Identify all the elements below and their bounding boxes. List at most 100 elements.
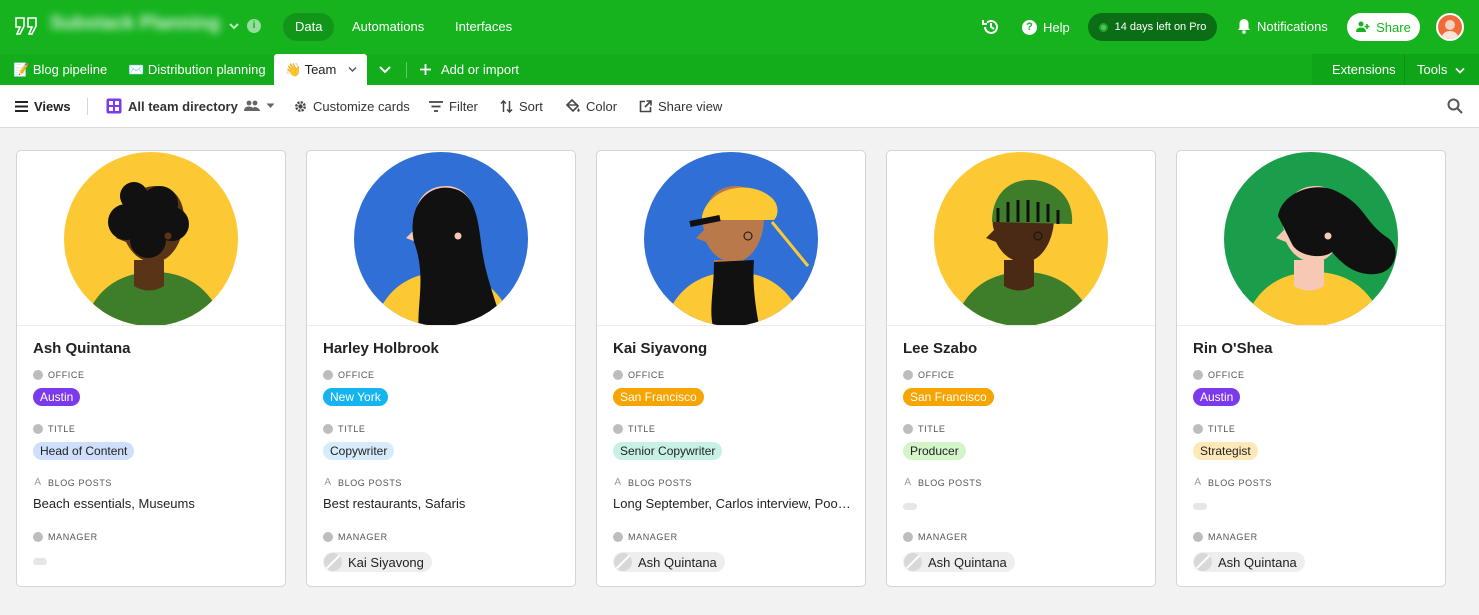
gallery-card[interactable]: Lee Szabo OFFICE San Francisco TITLE Pro… [886, 150, 1156, 587]
filter-label: Filter [449, 98, 478, 114]
table-tab-blog-pipeline[interactable]: 📝 Blog pipeline [13, 54, 107, 85]
field-label-manager: MANAGER [613, 532, 678, 542]
field-type-icon [1193, 370, 1203, 380]
share-view-button[interactable]: Share view [639, 85, 722, 127]
share-view-label: Share view [658, 98, 723, 114]
manager-chip[interactable]: Ash Quintana [903, 552, 1015, 572]
card-cover-image [887, 151, 1155, 326]
field-label-blog-posts: A BLOG POSTS [903, 478, 983, 489]
plus-icon[interactable] [419, 63, 432, 76]
trial-label: 14 days left on Pro [1114, 21, 1207, 33]
gallery-card[interactable]: Rin O'Shea OFFICE Austin TITLE Strategis… [1176, 150, 1446, 587]
hamburger-icon [15, 100, 28, 112]
office-pill: New York [323, 388, 388, 406]
field-label-text: TITLE [48, 424, 76, 434]
tools-label: Tools [1417, 62, 1448, 77]
field-label-office: OFFICE [613, 370, 665, 380]
nav-tab-automations[interactable]: Automations [340, 13, 436, 41]
table-tab-label: Distribution planning [147, 62, 266, 77]
table-tab-distribution-planning[interactable]: ✉️ Distribution planning [128, 54, 266, 85]
field-label-title: TITLE [323, 424, 366, 434]
extensions-button[interactable]: Extensions [1332, 54, 1396, 85]
manager-chip[interactable]: Ash Quintana [613, 552, 725, 572]
users-icon [1356, 21, 1370, 32]
office-pill: San Francisco [903, 388, 994, 406]
gallery-card[interactable]: Kai Siyavong OFFICE San Francisco TITLE … [596, 150, 866, 587]
field-type-icon [323, 532, 333, 542]
user-avatar-icon [1438, 15, 1462, 39]
customize-cards-button[interactable]: Customize cards [294, 85, 410, 127]
trial-badge[interactable]: 14 days left on Pro [1088, 13, 1217, 41]
avatar-illustration-icon [644, 152, 818, 325]
field-label-text: BLOG POSTS [918, 478, 983, 488]
question-icon: ? [1022, 19, 1037, 35]
share-button[interactable]: Share [1347, 13, 1420, 41]
user-avatar[interactable] [1436, 13, 1464, 41]
field-label-blog-posts: A BLOG POSTS [33, 477, 112, 489]
card-cover-image [307, 151, 575, 326]
help-button[interactable]: ? Help [1022, 18, 1070, 36]
chevron-down-icon[interactable] [348, 66, 357, 73]
tools-button[interactable]: Tools [1417, 54, 1465, 85]
field-label-text: MANAGER [1208, 532, 1258, 542]
manager-chip[interactable]: Ash Quintana [1193, 552, 1305, 572]
title-pill: Producer [903, 442, 966, 460]
field-label-text: OFFICE [628, 370, 665, 380]
paint-bucket-icon [565, 99, 580, 113]
manager-chip[interactable]: Kai Siyavong [323, 552, 432, 572]
chevron-down-icon [1455, 67, 1465, 74]
manager-name: Kai Siyavong [348, 554, 424, 570]
share-label: Share [1376, 19, 1411, 35]
field-label-text: OFFICE [48, 370, 85, 380]
card-title: Harley Holbrook [323, 340, 439, 357]
field-label-text: OFFICE [1208, 370, 1245, 380]
info-icon[interactable]: i [247, 19, 261, 33]
field-type-icon [613, 424, 623, 434]
avatar-placeholder-icon [614, 553, 632, 571]
color-label: Color [586, 98, 618, 114]
avatar-illustration-icon [354, 152, 528, 325]
lookup-field-icon: A [34, 477, 42, 488]
color-button[interactable]: Color [565, 85, 617, 127]
avatar-illustration-icon [1224, 152, 1398, 325]
field-label-text: BLOG POSTS [628, 478, 693, 488]
empty-value [903, 503, 917, 510]
chevron-down-icon[interactable] [226, 18, 242, 34]
views-toggle[interactable]: Views [15, 85, 71, 127]
gallery-card[interactable]: Ash Quintana OFFICE Austin TITLE Head of… [16, 150, 286, 587]
title-pill: Copywriter [323, 442, 395, 460]
field-type-icon [323, 424, 333, 434]
table-tab-team[interactable]: 👋 Team [274, 54, 367, 85]
nav-tab-data[interactable]: Data [283, 13, 335, 41]
card-title: Ash Quintana [33, 340, 131, 357]
field-label-title: TITLE [903, 424, 946, 434]
avatar-placeholder-icon [904, 553, 922, 571]
all-tables-chevron-icon[interactable] [378, 64, 392, 76]
table-tab-bar: 📝 Blog pipeline ✉️ Distribution planning… [0, 54, 1479, 85]
table-tab-label: Blog pipeline [32, 62, 108, 77]
office-pill: Austin [33, 388, 81, 406]
search-icon[interactable] [1447, 98, 1463, 114]
quote-logo-icon[interactable] [14, 16, 38, 36]
gallery-card[interactable]: Harley Holbrook OFFICE New York TITLE Co… [306, 150, 576, 587]
field-label-office: OFFICE [323, 370, 375, 380]
card-cover-image [17, 151, 285, 326]
nav-tab-interfaces[interactable]: Interfaces [443, 13, 524, 41]
sort-icon [500, 99, 513, 113]
history-icon[interactable] [981, 17, 1001, 37]
filter-button[interactable]: Filter [429, 85, 478, 127]
blog-posts-value: Long September, Carlos interview, Poolsi… [613, 496, 853, 511]
notifications-button[interactable]: Notifications [1237, 18, 1328, 34]
add-or-import-button[interactable]: Add or import [441, 54, 519, 85]
card-title: Rin O'Shea [1193, 340, 1273, 357]
filter-icon [429, 100, 443, 112]
field-label-blog-posts: A BLOG POSTS [1193, 478, 1272, 489]
sort-button[interactable]: Sort [500, 85, 543, 127]
avatar-illustration-icon [934, 152, 1108, 325]
base-name[interactable]: Substack Planning [50, 13, 220, 35]
field-label-text: OFFICE [918, 370, 955, 380]
gallery-view-icon [106, 98, 122, 114]
field-type-icon [323, 370, 333, 380]
field-type-icon [613, 370, 623, 380]
view-switcher[interactable]: All team directory [106, 85, 275, 127]
